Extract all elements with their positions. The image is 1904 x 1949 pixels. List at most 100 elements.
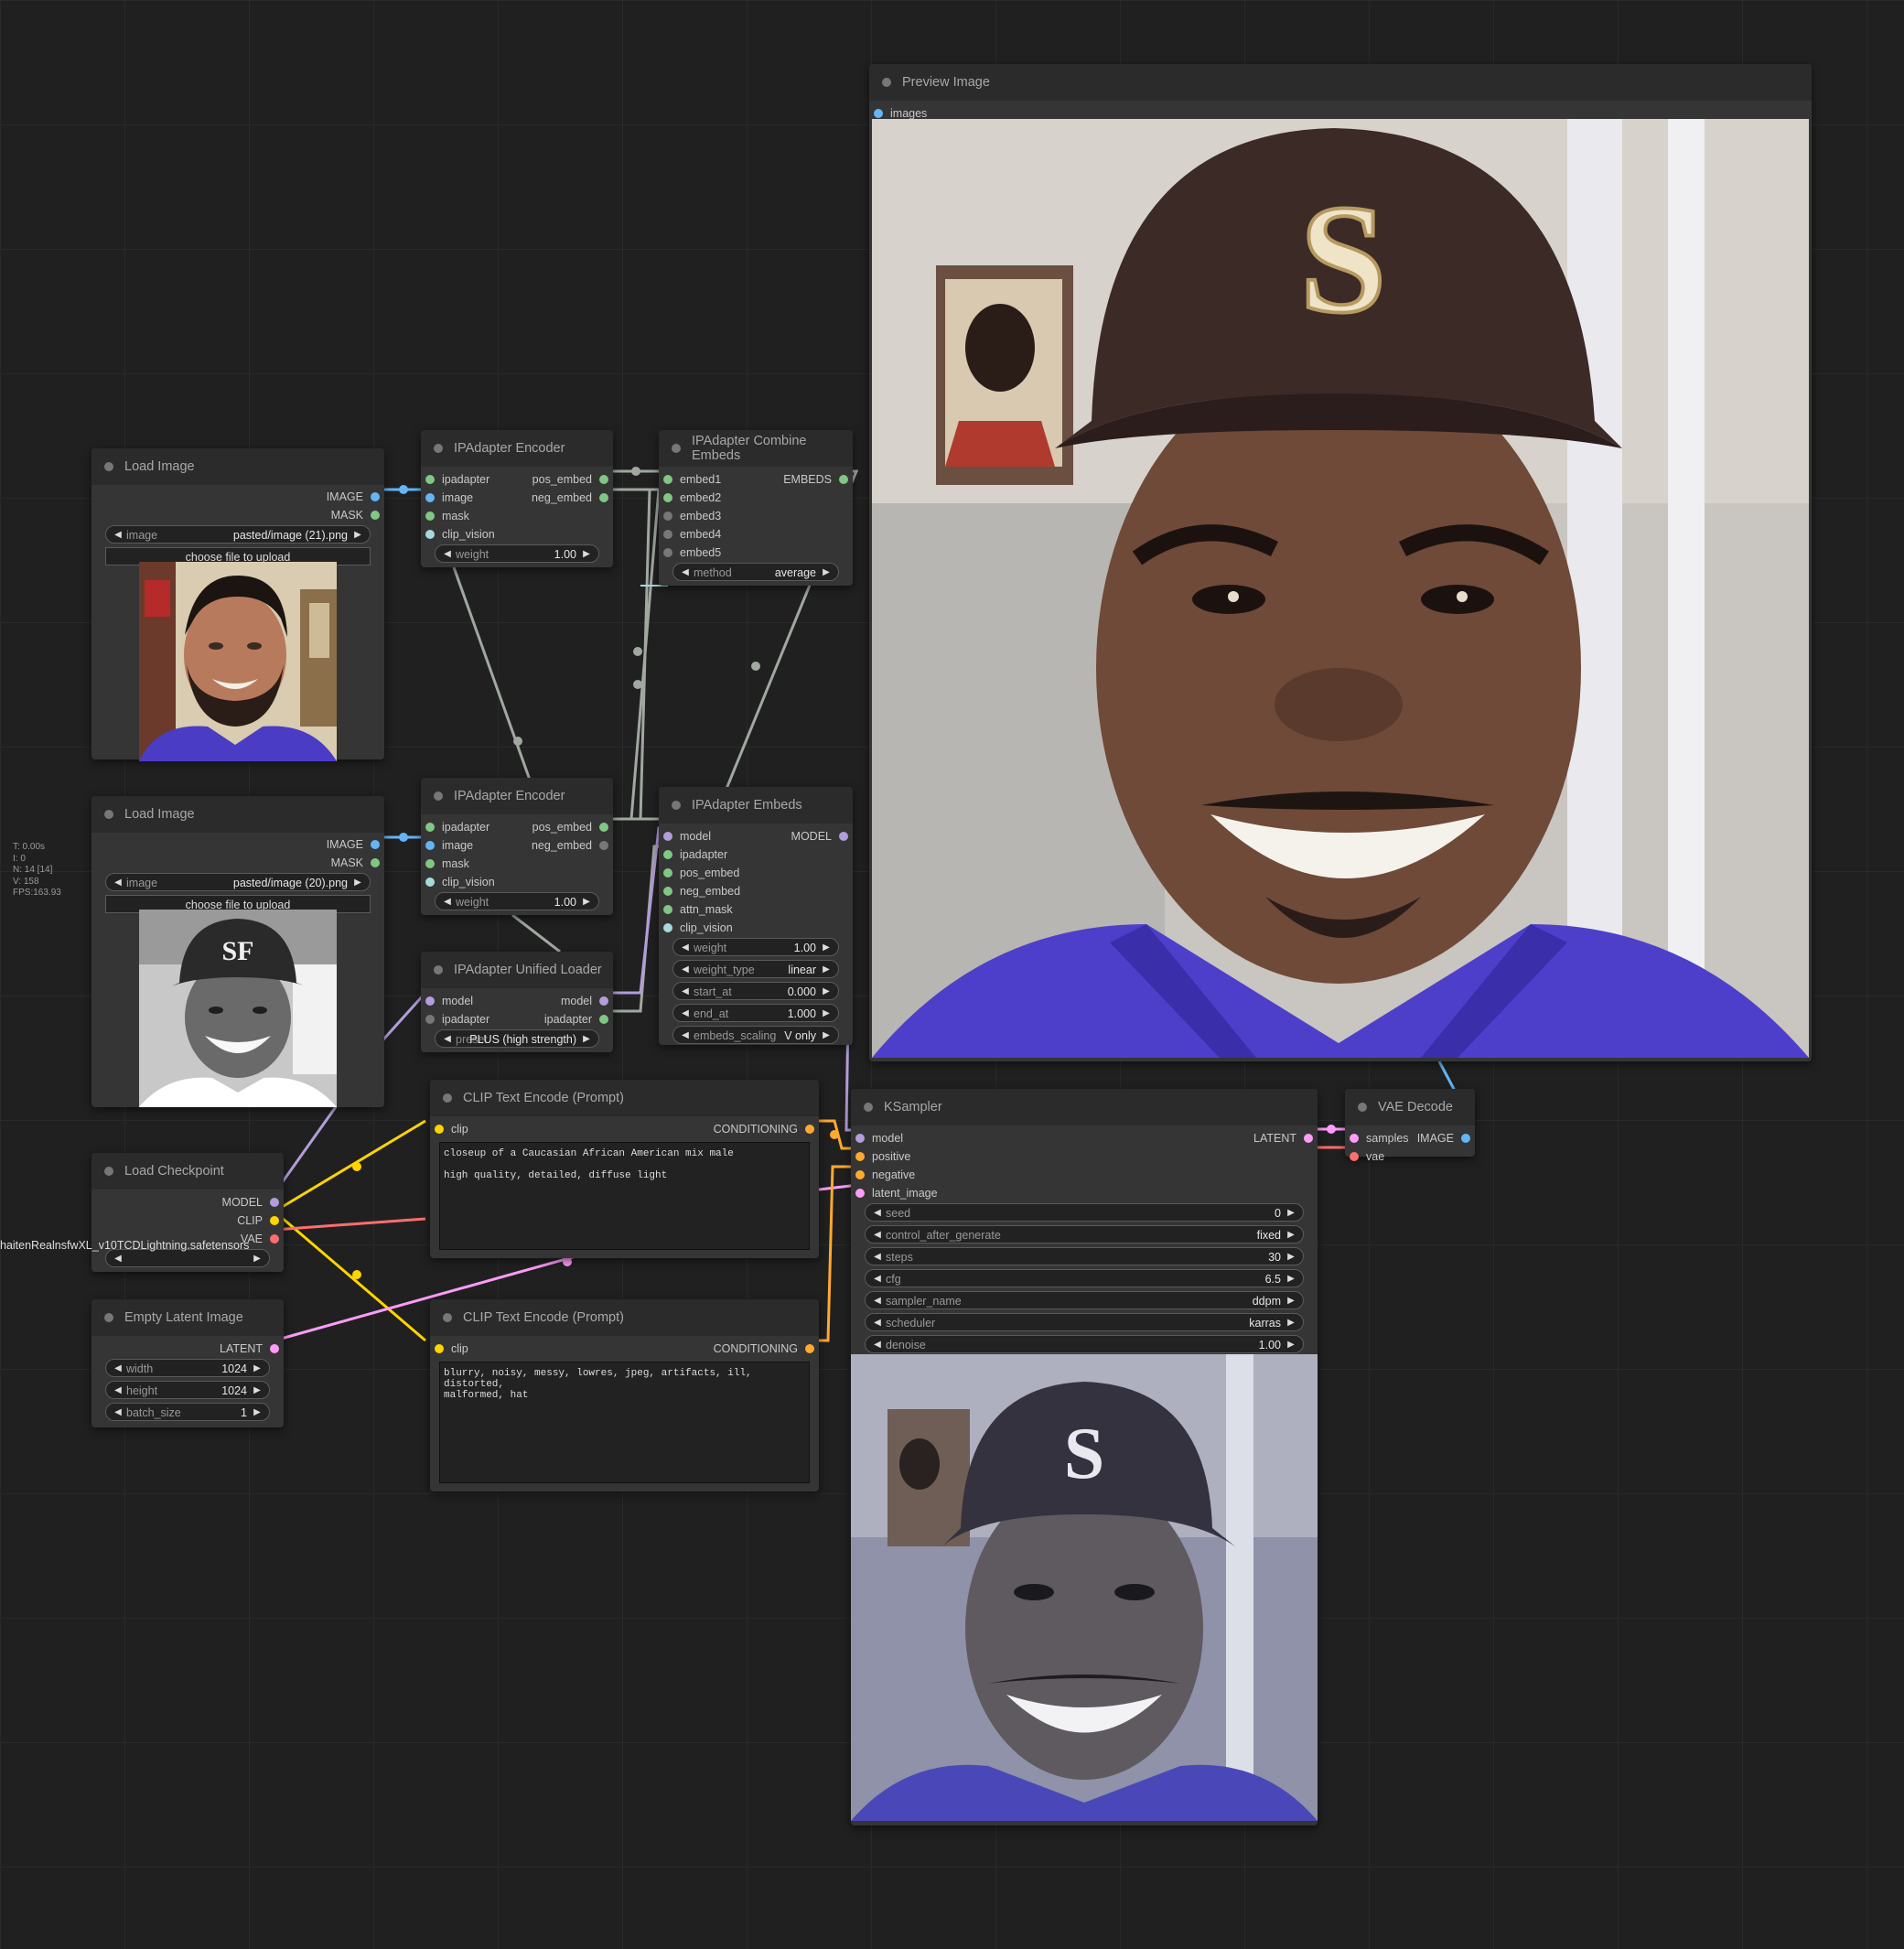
input-model[interactable]: model: [425, 992, 473, 1010]
embeds-scaling-widget[interactable]: ◀ embeds_scaling V only ▶: [672, 1026, 839, 1044]
slot-dot-icon[interactable]: [371, 492, 380, 501]
node-title-bar[interactable]: IPAdapter Combine Embeds: [659, 430, 853, 467]
slot-dot-icon[interactable]: [425, 823, 435, 832]
slot-dot-icon[interactable]: [663, 530, 672, 539]
arrow-left-icon[interactable]: ◀: [869, 1270, 886, 1288]
input-clip-vision[interactable]: clip_vision: [663, 919, 733, 937]
arrow-right-icon[interactable]: ▶: [1283, 1226, 1299, 1244]
seed-widget[interactable]: ◀ seed 0 ▶: [865, 1203, 1304, 1222]
arrow-left-icon[interactable]: ◀: [677, 983, 694, 1001]
node-clip-text-encode-negative[interactable]: CLIP Text Encode (Prompt) clip CONDITION…: [430, 1299, 819, 1491]
output-image[interactable]: IMAGE: [1417, 1129, 1470, 1147]
output-latent[interactable]: LATENT: [1253, 1129, 1313, 1147]
input-image[interactable]: image: [425, 489, 473, 507]
output-mask[interactable]: MASK: [331, 506, 380, 524]
slot-dot-icon[interactable]: [371, 858, 380, 867]
arrow-right-icon[interactable]: ▶: [1283, 1248, 1299, 1266]
collapse-dot-icon[interactable]: [882, 78, 891, 87]
arrow-right-icon[interactable]: ▶: [578, 893, 595, 911]
node-title-bar[interactable]: IPAdapter Encoder: [421, 778, 613, 814]
slot-dot-icon[interactable]: [663, 923, 672, 932]
slot-dot-icon[interactable]: [1304, 1134, 1313, 1143]
batch-size-widget[interactable]: ◀ batch_size 1 ▶: [105, 1403, 270, 1421]
node-ipadapter-embeds[interactable]: IPAdapter Embeds model ipadapter pos_emb…: [659, 787, 853, 1045]
slot-dot-icon[interactable]: [663, 905, 672, 914]
slot-dot-icon[interactable]: [855, 1189, 865, 1198]
input-clip-vision[interactable]: clip_vision: [425, 873, 495, 891]
input-clip[interactable]: clip: [435, 1340, 468, 1358]
steps-widget[interactable]: ◀ steps 30 ▶: [865, 1247, 1304, 1265]
end-at-widget[interactable]: ◀ end_at 1.000 ▶: [672, 1004, 839, 1022]
arrow-right-icon[interactable]: ▶: [1283, 1270, 1299, 1288]
slot-dot-icon[interactable]: [599, 493, 608, 502]
input-latent-image[interactable]: latent_image: [855, 1184, 938, 1202]
slot-dot-icon[interactable]: [1350, 1152, 1359, 1161]
weight-widget[interactable]: ◀ weight 1.00 ▶: [435, 892, 599, 910]
arrow-left-icon[interactable]: ◀: [110, 1250, 126, 1268]
input-negative[interactable]: negative: [855, 1166, 915, 1184]
input-clip-vision[interactable]: clip_vision: [425, 525, 495, 544]
collapse-dot-icon[interactable]: [104, 810, 113, 819]
input-samples[interactable]: samples: [1350, 1129, 1409, 1147]
slot-dot-icon[interactable]: [425, 493, 435, 502]
slot-dot-icon[interactable]: [425, 530, 435, 539]
slot-dot-icon[interactable]: [839, 832, 848, 841]
input-mask[interactable]: mask: [425, 507, 469, 525]
output-pos-embed[interactable]: pos_embed: [532, 470, 608, 489]
arrow-left-icon[interactable]: ◀: [439, 545, 456, 564]
arrow-right-icon[interactable]: ▶: [578, 545, 595, 564]
input-neg-embed[interactable]: neg_embed: [663, 882, 740, 900]
slot-dot-icon[interactable]: [435, 1125, 444, 1134]
input-ipadapter[interactable]: ipadapter: [425, 1010, 489, 1028]
generated-image-preview[interactable]: S: [872, 119, 1809, 1058]
input-embed4[interactable]: embed4: [663, 525, 721, 544]
arrow-right-icon[interactable]: ▶: [1283, 1314, 1299, 1332]
slot-dot-icon[interactable]: [599, 996, 608, 1006]
input-ipadapter[interactable]: ipadapter: [425, 818, 489, 836]
arrow-left-icon[interactable]: ◀: [869, 1226, 886, 1244]
weight-widget[interactable]: ◀ weight 1.00 ▶: [435, 544, 599, 563]
width-widget[interactable]: ◀ width 1024 ▶: [105, 1359, 270, 1377]
slot-dot-icon[interactable]: [663, 511, 672, 521]
output-image[interactable]: IMAGE: [327, 488, 380, 506]
image-combo-widget[interactable]: ◀ image pasted/image (20).png ▶: [105, 873, 371, 891]
arrow-left-icon[interactable]: ◀: [677, 1005, 694, 1023]
arrow-left-icon[interactable]: ◀: [677, 564, 694, 582]
arrow-left-icon[interactable]: ◀: [439, 893, 456, 911]
scheduler-widget[interactable]: ◀ scheduler karras ▶: [865, 1313, 1304, 1331]
arrow-right-icon[interactable]: ▶: [818, 1027, 834, 1045]
arrow-right-icon[interactable]: ▶: [249, 1250, 265, 1268]
slot-dot-icon[interactable]: [855, 1134, 865, 1143]
denoise-widget[interactable]: ◀ denoise 1.00 ▶: [865, 1335, 1304, 1353]
sampler-name-widget[interactable]: ◀ sampler_name ddpm ▶: [865, 1291, 1304, 1309]
slot-dot-icon[interactable]: [270, 1216, 279, 1225]
arrow-left-icon[interactable]: ◀: [869, 1336, 886, 1354]
node-title-bar[interactable]: Empty Latent Image: [91, 1299, 284, 1336]
output-embeds[interactable]: EMBEDS: [783, 470, 848, 489]
collapse-dot-icon[interactable]: [1358, 1103, 1367, 1112]
output-latent[interactable]: LATENT: [220, 1340, 279, 1358]
slot-dot-icon[interactable]: [663, 548, 672, 557]
slot-dot-icon[interactable]: [425, 859, 435, 868]
slot-dot-icon[interactable]: [435, 1344, 444, 1353]
input-ipadapter[interactable]: ipadapter: [425, 470, 489, 489]
slot-dot-icon[interactable]: [1461, 1134, 1470, 1143]
arrow-left-icon[interactable]: ◀: [110, 526, 126, 544]
output-clip[interactable]: CLIP: [237, 1211, 279, 1230]
node-empty-latent-image[interactable]: Empty Latent Image LATENT ◀ width 1024 ▶…: [91, 1299, 284, 1427]
collapse-dot-icon[interactable]: [864, 1103, 873, 1112]
input-vae[interactable]: vae: [1350, 1147, 1384, 1166]
slot-dot-icon[interactable]: [663, 832, 672, 841]
output-neg-embed[interactable]: neg_embed: [532, 836, 608, 855]
output-model[interactable]: MODEL: [222, 1193, 279, 1211]
image-combo-widget[interactable]: ◀ image pasted/image (21).png ▶: [105, 525, 371, 544]
arrow-left-icon[interactable]: ◀: [110, 1382, 126, 1400]
arrow-right-icon[interactable]: ▶: [1283, 1292, 1299, 1310]
output-model[interactable]: MODEL: [791, 827, 848, 845]
node-graph-canvas[interactable]: T: 0.00s I: 0 N: 14 [14] V: 158 FPS:163.…: [0, 0, 1904, 1949]
slot-dot-icon[interactable]: [855, 1170, 865, 1179]
slot-dot-icon[interactable]: [599, 1015, 608, 1024]
weight-widget[interactable]: ◀ weight 1.00 ▶: [672, 938, 839, 956]
slot-dot-icon[interactable]: [663, 475, 672, 484]
slot-dot-icon[interactable]: [270, 1198, 279, 1207]
